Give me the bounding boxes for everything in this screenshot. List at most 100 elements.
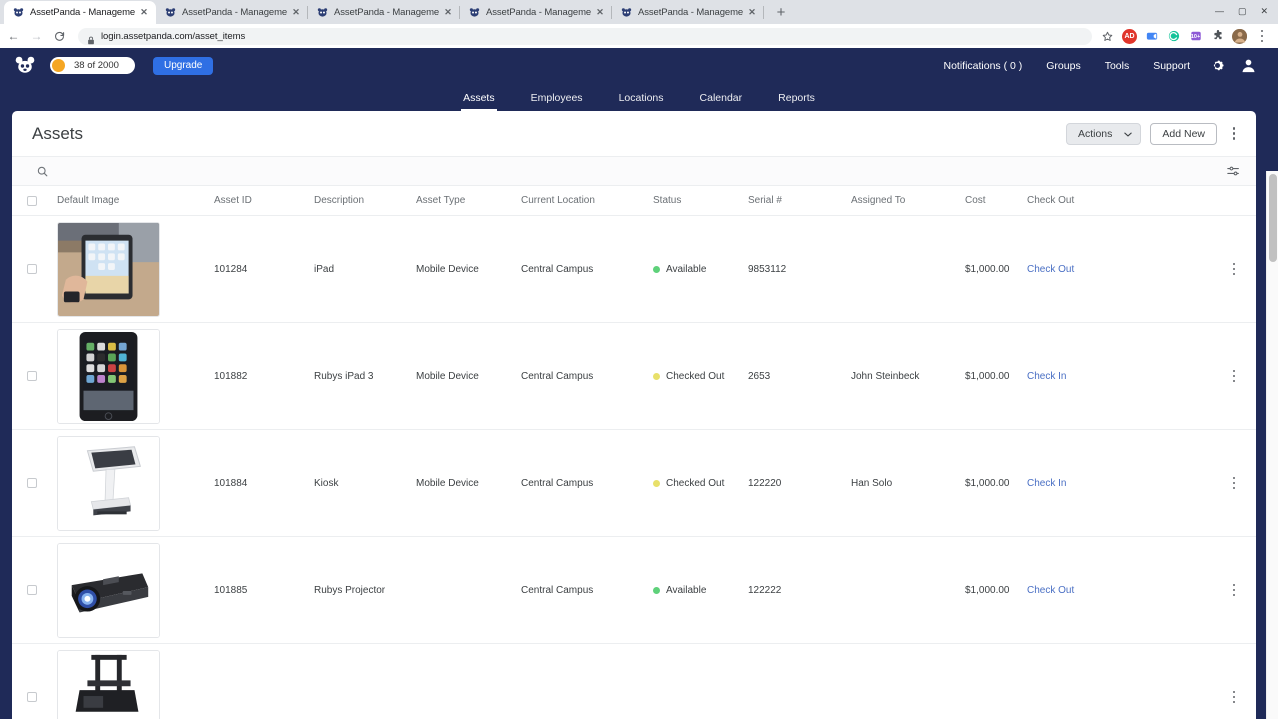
add-new-button[interactable]: Add New: [1150, 122, 1217, 145]
check-in-link[interactable]: Check In: [1027, 371, 1066, 382]
column-header-current-location[interactable]: Current Location: [521, 195, 653, 206]
upgrade-button[interactable]: Upgrade: [153, 56, 214, 75]
table-row[interactable]: 101885 Rubys Projector Central Campus Av…: [12, 537, 1256, 644]
tab-close-icon[interactable]: ✕: [442, 7, 454, 19]
tab-count-icon[interactable]: 10+: [1188, 29, 1203, 44]
row-checkbox[interactable]: [12, 478, 57, 488]
column-header-description[interactable]: Description: [314, 195, 416, 206]
row-thumbnail[interactable]: [57, 221, 214, 317]
tab-close-icon[interactable]: ✕: [594, 7, 606, 19]
column-header-assigned-to[interactable]: Assigned To: [851, 195, 965, 206]
nav-tab-employees[interactable]: Employees: [513, 92, 601, 111]
row-menu-icon[interactable]: [1218, 262, 1256, 276]
check-out-link[interactable]: Check Out: [1027, 264, 1074, 275]
column-header-asset-type[interactable]: Asset Type: [416, 195, 521, 206]
panel-overflow-menu-icon[interactable]: [1226, 123, 1242, 145]
cell-serial: 2653: [748, 370, 771, 382]
cell-status: Available: [653, 264, 748, 275]
window-maximize-button[interactable]: ▢: [1238, 6, 1247, 17]
new-tab-button[interactable]: +: [770, 1, 792, 23]
nav-tab-locations[interactable]: Locations: [601, 92, 682, 111]
window-close-button[interactable]: ✕: [1260, 6, 1268, 17]
row-checkbox[interactable]: [12, 585, 57, 595]
row-checkbox[interactable]: [12, 264, 57, 274]
tab-close-icon[interactable]: ✕: [138, 7, 150, 19]
tab-close-icon[interactable]: ✕: [746, 7, 758, 19]
table-row[interactable]: 101884 Kiosk Mobile Device Central Campu…: [12, 430, 1256, 537]
row-menu-icon[interactable]: [1218, 583, 1256, 597]
tab-close-icon[interactable]: ✕: [290, 7, 302, 19]
status-dot-icon: [653, 479, 660, 487]
browser-tab-title: AssetPanda - Management Syste: [30, 7, 135, 18]
check-out-link[interactable]: Check Out: [1027, 585, 1074, 596]
cell-status: Checked Out: [653, 371, 748, 382]
filter-sliders-icon[interactable]: [1227, 165, 1240, 177]
cell-cost: $1,000.00: [965, 263, 1010, 275]
column-header-check-out[interactable]: Check Out: [1027, 195, 1218, 206]
screencast-icon[interactable]: [1144, 29, 1159, 44]
column-header-status[interactable]: Status: [653, 195, 748, 206]
row-checkbox[interactable]: [12, 692, 57, 702]
extensions-puzzle-icon[interactable]: [1210, 29, 1225, 44]
gear-icon[interactable]: [1202, 58, 1233, 73]
cell-serial: 122222: [748, 584, 782, 596]
asset-panda-logo[interactable]: [14, 55, 36, 77]
browser-tab[interactable]: AssetPanda - Management Syste ✕: [4, 1, 156, 24]
back-button[interactable]: ←: [6, 29, 21, 44]
support-link[interactable]: Support: [1141, 60, 1202, 72]
lock-icon: [87, 32, 95, 44]
row-menu-icon[interactable]: [1218, 476, 1256, 490]
profile-avatar-icon[interactable]: [1232, 28, 1247, 44]
column-header-serial[interactable]: Serial #: [748, 195, 851, 206]
search-input[interactable]: [58, 165, 1219, 177]
row-thumbnail[interactable]: [57, 435, 214, 531]
table-row[interactable]: 101284 iPad Mobile Device Central Campus…: [12, 216, 1256, 323]
row-thumbnail[interactable]: [57, 542, 214, 638]
cell-asset-id: 101885: [214, 584, 248, 596]
forward-button[interactable]: →: [29, 29, 44, 44]
row-menu-icon[interactable]: [1218, 690, 1256, 704]
notifications-link[interactable]: Notifications ( 0 ): [931, 60, 1034, 72]
browser-tab[interactable]: AssetPanda - Management Syste ✕: [308, 1, 460, 24]
browser-tab-title: AssetPanda - Management Syste: [486, 7, 591, 18]
kiosk-stand-photo: [57, 435, 160, 531]
quota-indicator-dot: [52, 59, 65, 72]
table-row[interactable]: 101882 Rubys iPad 3 Mobile Device Centra…: [12, 323, 1256, 430]
chrome-menu-icon[interactable]: [1254, 25, 1270, 47]
row-thumbnail[interactable]: [57, 328, 214, 424]
scrollbar-thumb[interactable]: [1269, 174, 1277, 262]
address-bar[interactable]: login.assetpanda.com/asset_items: [78, 27, 1092, 45]
reload-button[interactable]: [52, 29, 67, 44]
assetpanda-favicon-icon: [621, 7, 632, 18]
nav-tab-assets[interactable]: Assets: [445, 92, 513, 111]
table-row[interactable]: [12, 644, 1256, 719]
grammarly-icon[interactable]: [1166, 29, 1181, 44]
nav-tab-reports[interactable]: Reports: [760, 92, 833, 111]
window-minimize-button[interactable]: —: [1215, 6, 1224, 16]
column-header-default-image[interactable]: Default Image: [57, 195, 214, 206]
page-scrollbar[interactable]: [1266, 171, 1278, 719]
row-menu-icon[interactable]: [1218, 369, 1256, 383]
status-dot-icon: [653, 586, 660, 594]
groups-link[interactable]: Groups: [1034, 60, 1092, 72]
row-checkbox[interactable]: [12, 371, 57, 381]
browser-tab[interactable]: AssetPanda - Management Syste ✕: [460, 1, 612, 24]
adblock-icon[interactable]: AD: [1122, 28, 1137, 44]
check-in-link[interactable]: Check In: [1027, 478, 1066, 489]
assetpanda-favicon-icon: [165, 7, 176, 18]
user-avatar-icon[interactable]: [1233, 58, 1264, 73]
select-all-checkbox[interactable]: [12, 195, 57, 206]
row-thumbnail[interactable]: [57, 649, 214, 719]
column-header-asset-id[interactable]: Asset ID: [214, 195, 314, 206]
cell-asset-type: Mobile Device: [416, 263, 479, 275]
browser-chrome: AssetPanda - Management Syste ✕ AssetPan…: [0, 0, 1278, 48]
status-label: Available: [666, 263, 707, 275]
bookmark-star-icon[interactable]: [1100, 29, 1115, 44]
browser-tab[interactable]: AssetPanda - Management Syste ✕: [612, 1, 764, 24]
column-header-cost[interactable]: Cost: [965, 195, 1027, 206]
browser-tab[interactable]: AssetPanda - Management Syste ✕: [156, 1, 308, 24]
actions-button[interactable]: Actions: [1065, 122, 1142, 145]
tools-link[interactable]: Tools: [1093, 60, 1142, 72]
nav-tab-calendar[interactable]: Calendar: [682, 92, 761, 111]
address-bar-url: login.assetpanda.com/asset_items: [101, 30, 246, 42]
